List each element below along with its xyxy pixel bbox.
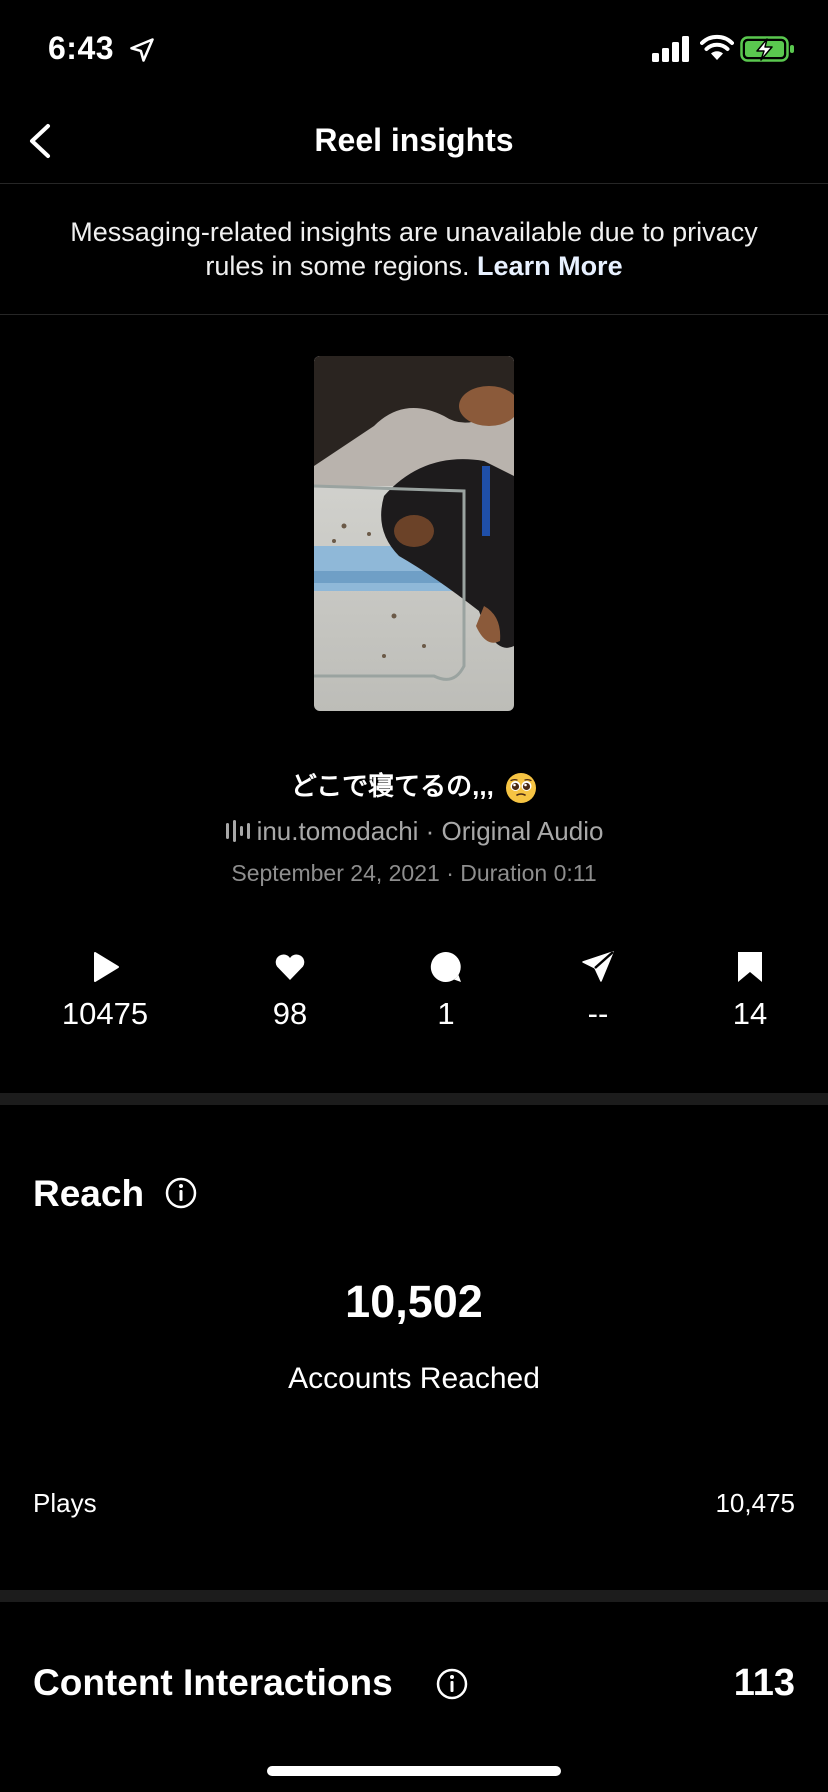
navigation-bar: Reel insights xyxy=(0,100,828,184)
stat-saves: 14 xyxy=(680,950,820,1032)
cellular-signal-icon xyxy=(652,36,689,62)
stat-likes-value: 98 xyxy=(272,996,308,1031)
stat-comments: 1 xyxy=(376,950,516,1032)
accounts-reached-label: Accounts Reached xyxy=(288,1362,540,1395)
heart-icon xyxy=(275,954,305,980)
section-divider xyxy=(0,1093,828,1105)
comment-icon xyxy=(430,951,461,982)
status-bar: 6:43 xyxy=(0,0,828,100)
reach-info-icon[interactable] xyxy=(165,1177,197,1209)
accounts-reached-value: 10,502 xyxy=(345,1276,483,1327)
page-title: Reel insights xyxy=(314,122,514,158)
audio-waveform-icon xyxy=(225,820,250,842)
section-divider xyxy=(0,1590,828,1602)
reel-insights-screen: 6:43 Reel insights Messaging-related ins… xyxy=(0,0,828,1792)
bookmark-icon xyxy=(738,952,762,982)
play-icon xyxy=(94,952,119,982)
status-time: 6:43 xyxy=(48,30,115,66)
learn-more-link[interactable]: Learn More xyxy=(477,251,623,281)
caption-text: どこで寝てるの,,, xyxy=(290,771,494,801)
stat-plays: 10475 xyxy=(35,950,175,1032)
stat-likes: 98 xyxy=(220,950,360,1032)
stat-comments-value: 1 xyxy=(437,996,455,1031)
stat-plays-value: 10475 xyxy=(61,996,149,1031)
reel-thumbnail[interactable] xyxy=(314,356,514,711)
battery-charging-icon xyxy=(740,36,794,62)
share-icon xyxy=(582,951,614,982)
audio-line[interactable]: inu.tomodachi · Original Audio xyxy=(0,816,828,847)
location-arrow-icon xyxy=(130,38,154,62)
audio-label: inu.tomodachi · Original Audio xyxy=(256,816,604,846)
privacy-banner: Messaging-related insights are unavailab… xyxy=(0,185,828,315)
reach-title: Reach xyxy=(33,1173,145,1214)
content-interactions-value: 113 xyxy=(733,1662,795,1704)
pleading-face-emoji xyxy=(506,773,537,804)
stat-saves-value: 14 xyxy=(732,996,768,1031)
plays-label: Plays xyxy=(33,1488,97,1518)
stat-shares-value: -- xyxy=(587,996,609,1031)
stat-shares: -- xyxy=(528,950,668,1032)
banner-text: Messaging-related insights are unavailab… xyxy=(70,217,758,281)
content-interactions-title: Content Interactions xyxy=(33,1662,393,1703)
content-interactions-info-icon[interactable] xyxy=(436,1668,468,1700)
reel-caption: どこで寝てるの,,, xyxy=(0,766,828,804)
plays-value: 10,475 xyxy=(715,1488,795,1518)
wifi-icon xyxy=(700,34,734,60)
home-indicator[interactable] xyxy=(267,1766,561,1776)
reel-date-duration: September 24, 2021 · Duration 0:11 xyxy=(231,860,597,886)
